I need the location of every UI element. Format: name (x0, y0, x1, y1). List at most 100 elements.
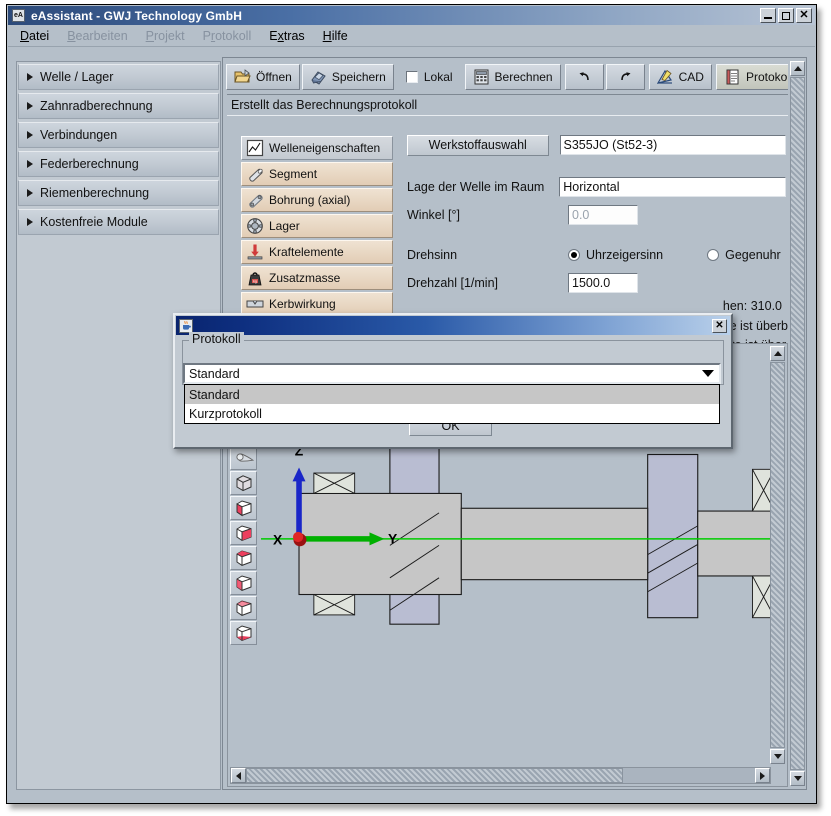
radio-cw-label: Uhrzeigersinn (586, 248, 663, 262)
radio-cw[interactable]: Uhrzeigersinn (568, 248, 663, 262)
material-value-field[interactable]: S355JO (St52-3) (560, 135, 787, 155)
sidebar-item-riemenberechnung[interactable]: Riemenberechnung (18, 180, 219, 206)
cad-button[interactable]: CAD (649, 64, 712, 90)
radio-button-icon (707, 249, 719, 261)
nav-zusatzmasse[interactable]: kg Zusatzmasse (241, 266, 393, 290)
viewport-scroll-down-button[interactable] (770, 749, 785, 764)
material-select-button[interactable]: Werkstoffauswahl (407, 135, 549, 156)
pane-vertical-scrollbar[interactable] (790, 61, 805, 786)
protokoll-dropdown-list[interactable]: Standard Kurzprotokoll (184, 384, 720, 424)
local-checkbox[interactable]: Lokal (398, 64, 461, 90)
checkbox-icon (406, 71, 418, 83)
nav-lager[interactable]: Lager (241, 214, 393, 238)
undo-button[interactable] (565, 64, 604, 90)
dialog-close-button[interactable]: ✕ (712, 319, 727, 333)
form-fields: Werkstoffauswahl S355JO (St52-3) Lage de… (407, 134, 786, 300)
protocol-report-icon (724, 69, 741, 85)
viewport-scroll-up-button[interactable] (770, 346, 785, 361)
menu-bearbeiten[interactable]: Bearbeiten (67, 29, 127, 43)
view-top-button[interactable] (230, 596, 257, 620)
scrollbar-thumb[interactable] (770, 362, 785, 748)
sidebar-item-verbindungen[interactable]: Verbindungen (18, 122, 219, 148)
cube-top-icon (234, 598, 254, 618)
viewport-horizontal-scrollbar[interactable] (230, 767, 771, 784)
scroll-right-button[interactable] (755, 768, 770, 783)
nav-welleneigenschaften[interactable]: Welleneigenschaften (241, 136, 393, 160)
protocol-label: Protokoll (746, 70, 788, 84)
dropdown-option-standard[interactable]: Standard (185, 385, 719, 404)
scroll-down-button[interactable] (790, 771, 805, 786)
nav-bohrung-axial[interactable]: Bohrung (axial) (241, 188, 393, 212)
window-titlebar: eA eAssistant - GWJ Technology GmbH ✕ (8, 6, 815, 25)
cad-icon (657, 69, 674, 85)
nav-label: Lager (269, 219, 300, 233)
sidebar-item-label: Zahnradberechnung (40, 99, 153, 113)
triangle-right-icon (760, 772, 765, 780)
scrollbar-thumb[interactable] (790, 77, 805, 770)
calculator-icon (473, 69, 490, 85)
nav-label: Kerbwirkung (269, 297, 336, 311)
view-left-button[interactable] (230, 546, 257, 570)
open-button[interactable]: Öffnen (226, 64, 300, 90)
position-value-field[interactable]: Horizontal (559, 177, 786, 197)
shaft-disc-right (648, 454, 698, 617)
angle-value-field[interactable]: 0.0 (568, 205, 638, 225)
speed-value-field[interactable]: 1500.0 (568, 273, 638, 293)
sidebar-item-kostenfreie-module[interactable]: Kostenfreie Module (18, 209, 219, 235)
notch-icon (246, 295, 264, 313)
maximize-button[interactable] (778, 8, 794, 23)
sidebar-item-federberechnung[interactable]: Federberechnung (18, 151, 219, 177)
menu-hilfe[interactable]: Hilfe (323, 29, 348, 43)
speed-label: Drehzahl [1/min] (407, 276, 562, 290)
calculate-button[interactable]: Berechnen (465, 64, 561, 90)
position-row: Lage der Welle im Raum Horizontal (407, 176, 786, 198)
chevron-right-icon (27, 73, 33, 81)
nav-segment[interactable]: Segment (241, 162, 393, 186)
dialog-titlebar: ✕ (176, 316, 730, 335)
view-iso-button[interactable] (230, 471, 257, 495)
weight-icon: kg (246, 269, 264, 287)
folder-open-icon (234, 69, 251, 85)
scrollbar-thumb[interactable] (246, 768, 623, 783)
cad-label: CAD (679, 70, 704, 84)
rotation-row: Drehsinn Uhrzeigersinn Gegenuhr (407, 244, 786, 266)
triangle-down-icon (774, 754, 782, 759)
menu-extras[interactable]: Extras (269, 29, 304, 43)
minimize-button[interactable] (760, 8, 776, 23)
nav-label: Bohrung (axial) (269, 193, 350, 207)
sidebar-item-welle-lager[interactable]: Welle / Lager (18, 64, 219, 90)
triangle-up-icon (794, 66, 802, 71)
cylinder-icon (246, 165, 264, 183)
protocol-button[interactable]: Protokoll (716, 64, 788, 90)
dropdown-option-kurzprotokoll[interactable]: Kurzprotokoll (185, 404, 719, 423)
material-row: Werkstoffauswahl S355JO (St52-3) (407, 134, 786, 156)
nav-kraftelemente[interactable]: Kraftelemente (241, 240, 393, 264)
calculate-label: Berechnen (495, 70, 553, 84)
view-right-button[interactable] (230, 521, 257, 545)
rotate-tool-3-button[interactable] (230, 446, 257, 470)
cube-back-icon (234, 573, 254, 593)
menu-protokoll[interactable]: Protokoll (203, 29, 252, 43)
viewport-vertical-scrollbar[interactable] (770, 346, 785, 764)
chevron-down-icon (702, 370, 714, 377)
view-back-button[interactable] (230, 571, 257, 595)
scroll-up-button[interactable] (790, 61, 805, 76)
sidebar-item-label: Welle / Lager (40, 70, 113, 84)
coffee-cup-icon (181, 320, 192, 331)
protokoll-combobox[interactable]: Standard (183, 363, 721, 384)
close-button[interactable]: ✕ (796, 8, 812, 23)
triangle-down-icon (794, 776, 802, 781)
cube-iso-icon (234, 473, 254, 493)
radio-ccw[interactable]: Gegenuhr (707, 248, 781, 262)
cube-left-icon (234, 548, 254, 568)
view-bottom-button[interactable] (230, 621, 257, 645)
save-button[interactable]: Speichern (302, 64, 394, 90)
open-label: Öffnen (256, 70, 292, 84)
view-front-button[interactable] (230, 496, 257, 520)
redo-button[interactable] (606, 64, 645, 90)
sidebar-item-label: Federberechnung (40, 157, 139, 171)
menu-datei[interactable]: Datei (20, 29, 49, 43)
menu-projekt[interactable]: Projekt (146, 29, 185, 43)
scroll-left-button[interactable] (231, 768, 246, 783)
sidebar-item-zahnradberechnung[interactable]: Zahnradberechnung (18, 93, 219, 119)
